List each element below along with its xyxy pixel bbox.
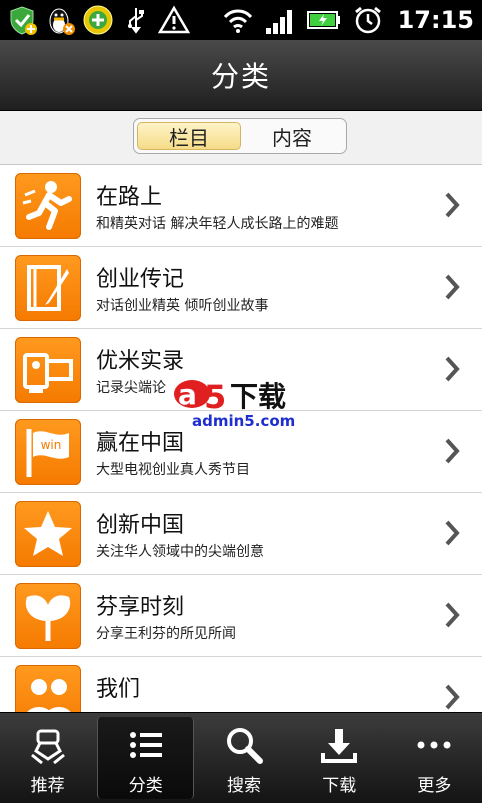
page-title: 分类 xyxy=(210,60,271,93)
segment-columns[interactable]: 栏目 xyxy=(137,122,241,150)
tab-search[interactable]: 搜索 xyxy=(196,713,291,803)
bottom-tab-bar: 推荐 分类 搜索 下载 更多 xyxy=(0,712,482,803)
shield-plus-icon xyxy=(10,6,37,35)
chevron-right-icon xyxy=(445,602,460,628)
watermark-text: 下载 xyxy=(230,380,286,413)
chevron-right-icon xyxy=(445,520,460,546)
win-flag-icon: win xyxy=(15,419,81,485)
svg-text:a: a xyxy=(178,378,197,411)
chevron-right-icon xyxy=(445,192,460,218)
tab-label: 分类 xyxy=(128,776,163,796)
notification-icons xyxy=(6,4,190,36)
svg-text:win: win xyxy=(41,438,62,452)
list-icon xyxy=(129,732,162,758)
clock-time: 17:15 xyxy=(397,6,474,34)
runner-icon xyxy=(15,173,81,239)
download-icon xyxy=(321,729,358,763)
watermark-logo: a 5 下载 admin5.com xyxy=(174,378,295,430)
tab-label: 下载 xyxy=(322,776,357,796)
list-item[interactable]: 芬享时刻 分享王利芬的所见所闻 xyxy=(0,575,482,657)
plus-circle-icon xyxy=(83,5,113,35)
video-camera-icon xyxy=(15,337,81,403)
search-icon xyxy=(227,728,263,764)
item-subtitle: 分享王利芬的所见所闻 xyxy=(96,626,236,642)
segmented-control: 栏目 内容 xyxy=(133,118,347,154)
item-subtitle: 对话创业精英 倾听创业故事 xyxy=(96,298,269,314)
more-dots-icon xyxy=(417,741,451,749)
usb-icon xyxy=(128,8,144,34)
item-subtitle: 记录尖端论 xyxy=(96,380,166,396)
item-title: 芬享时刻 xyxy=(96,595,185,620)
recommend-hand-icon xyxy=(30,729,65,765)
segment-content[interactable]: 内容 xyxy=(241,122,343,150)
title-bar: 分类 xyxy=(0,40,482,111)
people-icon xyxy=(15,665,81,713)
segment-area: 栏目 内容 xyxy=(0,111,482,165)
signal-icon xyxy=(265,10,292,34)
tab-recommend[interactable]: 推荐 xyxy=(0,713,95,803)
list-item[interactable]: 创业传记 对话创业精英 倾听创业故事 xyxy=(0,247,482,329)
item-subtitle: 大型电视创业真人秀节目 xyxy=(96,462,250,478)
tab-label: 推荐 xyxy=(30,776,65,796)
notebook-pen-icon xyxy=(15,255,81,321)
ginkgo-leaf-icon xyxy=(15,583,81,649)
list-item[interactable]: 创新中国 关注华人领域中的尖端创意 xyxy=(0,493,482,575)
wifi-icon xyxy=(223,9,252,33)
chevron-right-icon xyxy=(445,684,460,710)
item-title: 创业传记 xyxy=(96,267,185,292)
item-subtitle: 关注华人领域中的尖端创意 xyxy=(96,544,264,560)
tab-category[interactable]: 分类 xyxy=(97,717,195,799)
status-bar: 17:15 xyxy=(0,0,482,40)
a5-logo: a 5 xyxy=(174,378,226,416)
warning-icon xyxy=(158,5,190,34)
item-title: 我们 xyxy=(96,677,141,702)
tab-label: 搜索 xyxy=(227,776,261,796)
item-subtitle: 和精英对话 解决年轻人成长路上的难题 xyxy=(96,216,339,232)
star-icon xyxy=(15,501,81,567)
qq-penguin-icon xyxy=(49,8,75,35)
chevron-right-icon xyxy=(445,438,460,464)
tab-label: 更多 xyxy=(417,776,452,796)
tab-download[interactable]: 下载 xyxy=(292,713,387,803)
item-title: 在路上 xyxy=(96,185,163,210)
chevron-right-icon xyxy=(445,356,460,382)
system-icons: 17:15 xyxy=(222,4,474,36)
alarm-clock-icon xyxy=(354,6,381,34)
list-item[interactable]: 我们 xyxy=(0,657,482,713)
item-title: 创新中国 xyxy=(96,513,185,538)
battery-icon xyxy=(306,11,340,29)
svg-text:5: 5 xyxy=(204,378,226,416)
list-item[interactable]: 在路上 和精英对话 解决年轻人成长路上的难题 xyxy=(0,165,482,247)
chevron-right-icon xyxy=(445,274,460,300)
watermark-url: admin5.com xyxy=(192,412,295,430)
category-list: 在路上 和精英对话 解决年轻人成长路上的难题 创业传记 对话创业精英 倾听创业故… xyxy=(0,165,482,713)
tab-more[interactable]: 更多 xyxy=(387,713,482,803)
item-title: 优米实录 xyxy=(96,349,185,374)
